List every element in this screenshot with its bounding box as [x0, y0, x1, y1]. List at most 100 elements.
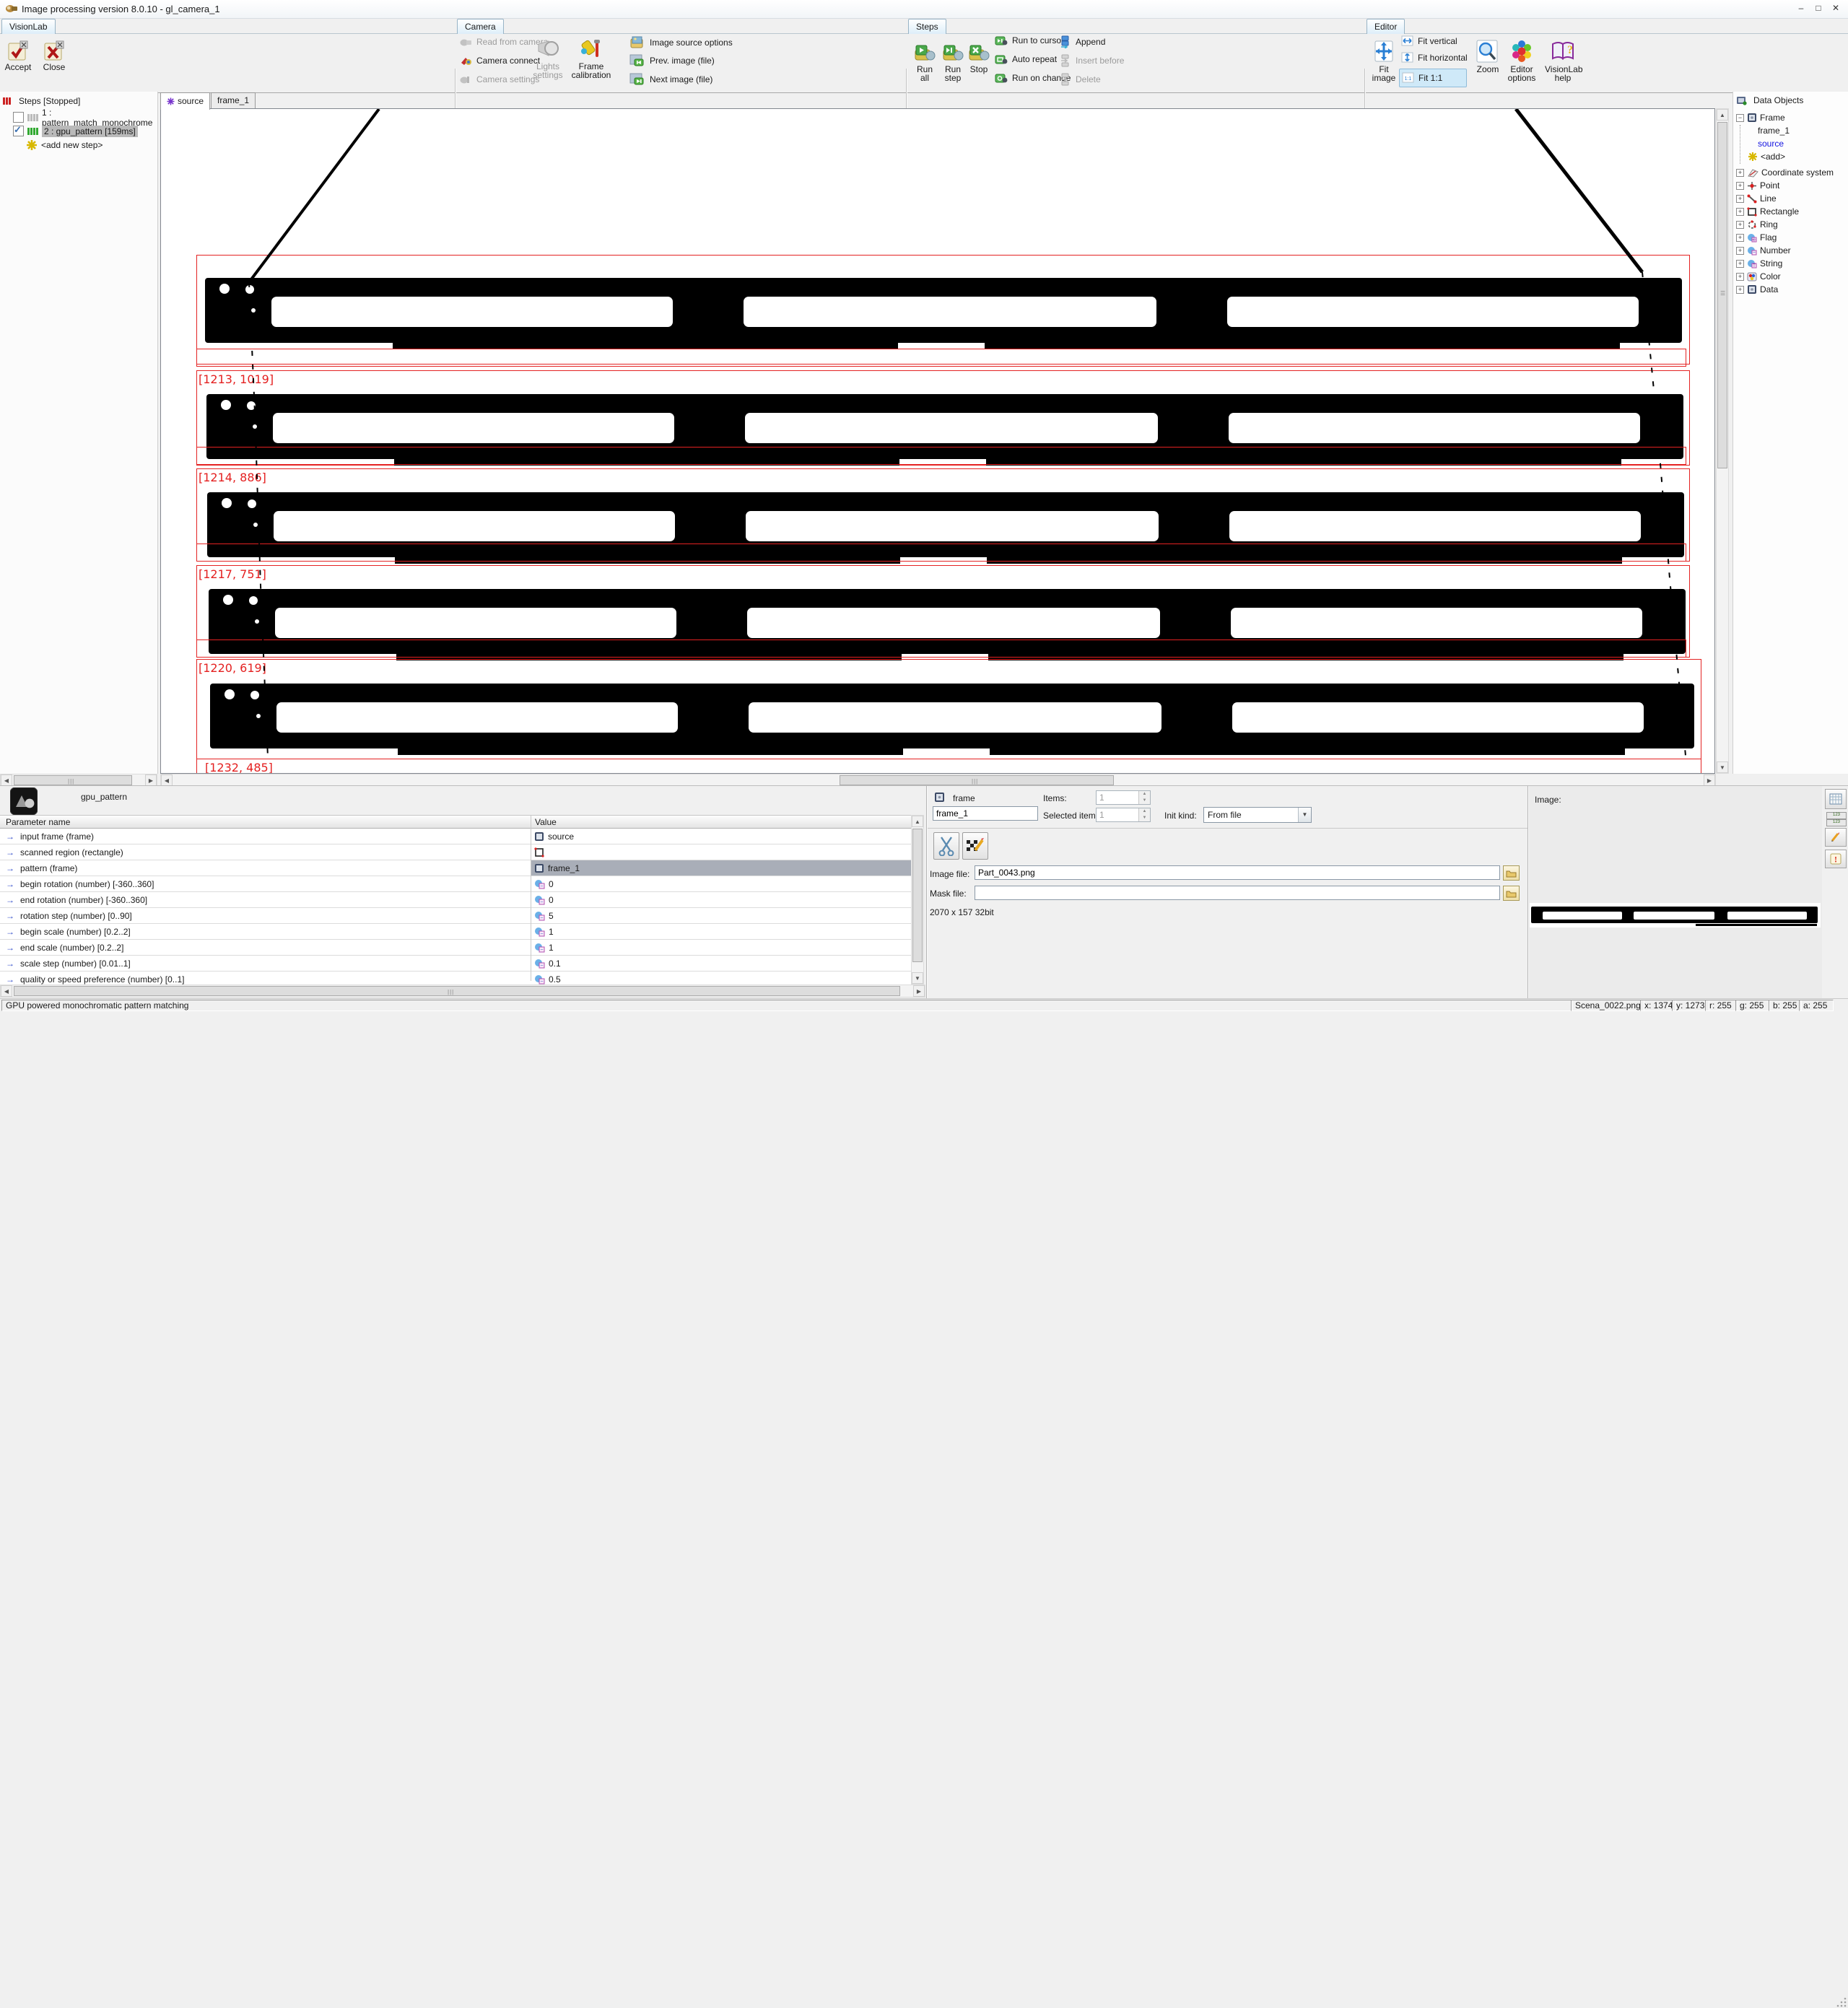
next-image-button[interactable]: Next image (file) — [629, 73, 712, 85]
run-to-cursor-button[interactable]: Run to cursor — [995, 35, 1064, 45]
tab-visionlab[interactable]: VisionLab — [1, 19, 56, 34]
chevron-down-icon[interactable]: ▼ — [1298, 808, 1311, 822]
scroll-left-icon[interactable]: ◀ — [161, 774, 173, 786]
prev-image-button[interactable]: Prev. image (file) — [629, 54, 715, 66]
zoom-button[interactable]: Zoom — [1475, 40, 1501, 74]
camera-settings-button[interactable]: Camera settings — [460, 74, 539, 84]
minimize-icon[interactable]: – — [1793, 1, 1809, 14]
frame-name-input[interactable] — [933, 806, 1038, 821]
browse-image-button[interactable] — [1503, 865, 1520, 881]
append-button[interactable]: Append — [1060, 35, 1105, 48]
hscroll-thumb[interactable]: ||| — [14, 775, 132, 785]
tree-node-number[interactable]: + ~ Number — [1733, 244, 1848, 257]
param-row[interactable]: →pattern (frame) frame_1 — [0, 860, 911, 876]
param-row[interactable]: →begin scale (number) [0.2..2] ~1 — [0, 924, 911, 940]
tree-node-source[interactable]: source — [1733, 137, 1848, 150]
scroll-up-icon[interactable]: ▲ — [1717, 109, 1728, 121]
param-row[interactable]: →end rotation (number) [-360..360] ~0 — [0, 892, 911, 908]
param-row[interactable]: →scanned region (rectangle) — [0, 844, 911, 860]
frame-calibration-button[interactable]: Frame calibration — [569, 38, 614, 79]
insert-before-button[interactable]: Insert before — [1060, 54, 1124, 67]
expand-icon[interactable]: + — [1736, 247, 1744, 255]
step-1-checkbox[interactable] — [13, 112, 24, 123]
tree-node-flag[interactable]: + ⎆ Flag — [1733, 231, 1848, 244]
expand-icon[interactable]: + — [1736, 221, 1744, 229]
tree-node-data[interactable]: + Data — [1733, 283, 1848, 296]
param-row[interactable]: →scale step (number) [0.01..1] ~0.1 — [0, 956, 911, 972]
tree-node-frame[interactable]: − Frame — [1733, 111, 1848, 124]
accept-button[interactable]: Accept — [1, 40, 35, 71]
stop-button[interactable]: Stop — [967, 44, 990, 74]
camera-connect-button[interactable]: Camera connect — [460, 56, 540, 66]
scroll-right-icon[interactable]: ▶ — [145, 774, 157, 786]
edit-mask-button[interactable] — [962, 832, 988, 860]
scroll-right-icon[interactable]: ▶ — [913, 985, 925, 997]
edit-pencil-button[interactable] — [1825, 828, 1847, 847]
grid-view-button[interactable] — [1825, 789, 1847, 809]
hscroll-thumb[interactable]: ||| — [14, 986, 900, 996]
step-item-1[interactable]: 1 : pattern_match_monochrome — [0, 110, 157, 124]
canvas-vscrollbar[interactable]: ▲ ☰ ▼ — [1716, 108, 1729, 774]
run-all-button[interactable]: Run all — [912, 44, 937, 82]
tree-node-color[interactable]: + Color — [1733, 270, 1848, 283]
tree-node-add-frame[interactable]: <add> — [1733, 150, 1848, 163]
param-row[interactable]: →begin rotation (number) [-360..360] ~0 — [0, 876, 911, 892]
tree-node-frame-1[interactable]: frame_1 — [1733, 124, 1848, 137]
browse-mask-button[interactable] — [1503, 886, 1520, 901]
run-step-button[interactable]: Run step — [940, 44, 966, 82]
maximize-icon[interactable]: □ — [1810, 1, 1826, 14]
cut-frame-button[interactable] — [933, 832, 959, 860]
expand-icon[interactable]: + — [1736, 182, 1744, 190]
spinner-buttons[interactable]: ▲▼ — [1138, 791, 1150, 804]
param-vscrollbar[interactable]: ▲ ▼ — [911, 815, 924, 985]
fit-vertical-button[interactable]: Fit vertical — [1401, 35, 1457, 46]
lights-settings-button[interactable]: Lights settings — [529, 38, 567, 79]
collapse-icon[interactable]: − — [1736, 114, 1744, 122]
param-row[interactable]: →rotation step (number) [0..90] ~5 — [0, 908, 911, 924]
hscroll-thumb[interactable]: ||| — [840, 775, 1114, 785]
tree-node-point[interactable]: + Point — [1733, 179, 1848, 192]
tab-steps[interactable]: Steps — [908, 19, 946, 34]
tab-frame-1[interactable]: frame_1 — [211, 92, 256, 108]
scroll-right-icon[interactable]: ▶ — [1704, 774, 1715, 786]
fit-1-1-button[interactable]: 1:1 Fit 1:1 — [1399, 69, 1467, 87]
init-kind-dropdown[interactable]: From file ▼ — [1203, 807, 1312, 823]
expand-icon[interactable]: + — [1736, 273, 1744, 281]
scroll-down-icon[interactable]: ▼ — [912, 972, 923, 984]
param-hscrollbar[interactable]: ◀ ||| ▶ — [0, 985, 925, 998]
expand-icon[interactable]: + — [1736, 286, 1744, 294]
badge-123[interactable]: 123 — [1826, 812, 1847, 819]
fit-image-button[interactable]: Fit image — [1369, 40, 1398, 82]
mask-file-input[interactable] — [975, 886, 1500, 900]
vscroll-thumb[interactable] — [912, 829, 923, 962]
scroll-left-icon[interactable]: ◀ — [1, 985, 12, 997]
tree-node-rectangle[interactable]: + Rectangle — [1733, 205, 1848, 218]
expand-icon[interactable]: + — [1736, 260, 1744, 268]
tree-node-line[interactable]: + Line — [1733, 192, 1848, 205]
badge-123[interactable]: 123 — [1826, 819, 1847, 826]
delete-step-button[interactable]: Delete — [1060, 73, 1101, 86]
vscroll-thumb[interactable]: ☰ — [1717, 122, 1727, 468]
param-row[interactable]: →input frame (frame) source — [0, 829, 911, 844]
tree-node-ring[interactable]: + Ring — [1733, 218, 1848, 231]
visionlab-help-button[interactable]: ? VisionLab help — [1545, 40, 1581, 82]
selected-item-spinner[interactable]: 1 ▲▼ — [1096, 808, 1151, 822]
image-canvas[interactable]: [1213, 1019] [1214, 886] [1217, 751] [12 — [160, 108, 1715, 774]
param-row[interactable]: →end scale (number) [0.2..2] ~1 — [0, 940, 911, 956]
step-2-checkbox[interactable] — [13, 126, 24, 136]
fit-horizontal-button[interactable]: Fit horizontal — [1401, 52, 1468, 63]
auto-repeat-button[interactable]: Auto repeat — [995, 54, 1057, 64]
expand-icon[interactable]: + — [1736, 169, 1744, 177]
warning-button[interactable]: ! — [1825, 850, 1847, 868]
add-new-step[interactable]: <add new step> — [0, 138, 157, 152]
items-spinner[interactable]: 1 ▲▼ — [1096, 790, 1151, 805]
scroll-left-icon[interactable]: ◀ — [1, 774, 12, 786]
image-source-options-button[interactable]: Image source options — [629, 35, 733, 50]
tree-node-string[interactable]: + T String — [1733, 257, 1848, 270]
image-file-input[interactable] — [975, 865, 1500, 880]
scroll-down-icon[interactable]: ▼ — [1717, 761, 1728, 773]
spinner-buttons[interactable]: ▲▼ — [1138, 808, 1150, 821]
tab-camera[interactable]: Camera — [457, 19, 504, 34]
editor-options-button[interactable]: Editor options — [1506, 40, 1538, 82]
tree-node-coordinate-system[interactable]: + Coordinate system — [1733, 166, 1848, 179]
